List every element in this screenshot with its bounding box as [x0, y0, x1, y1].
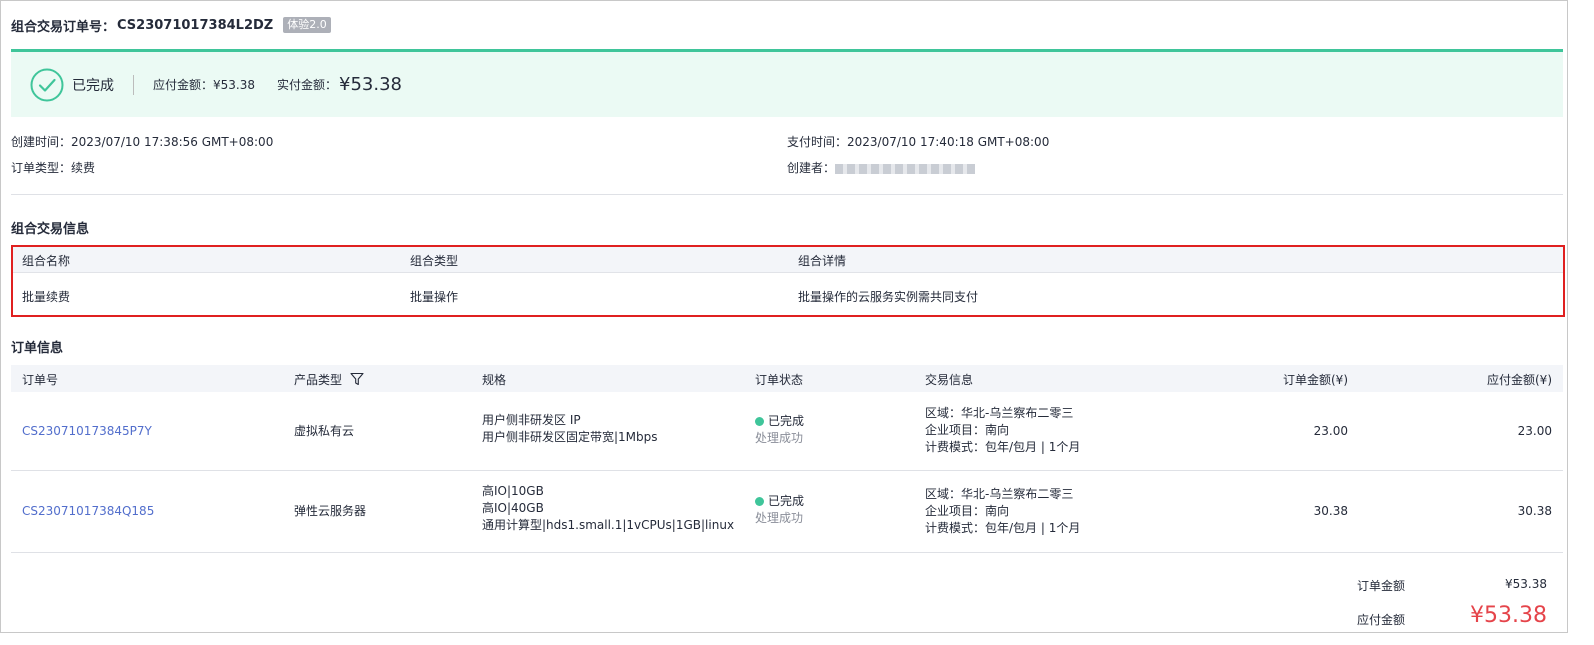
filter-icon[interactable] [350, 372, 364, 386]
order-table-header: 订单号 产品类型 规格 订单状态 交易信息 订单金额(¥) 应付金额(¥) [11, 365, 1563, 392]
trade-info: 区域：华北-乌兰察布二零三 企业项目：南向 计费模式：包年/包月 | 1个月 [925, 486, 1080, 537]
combo-info-table: 组合名称 组合类型 组合详情 批量续费 批量操作 批量操作的云服务实例需共同支付 [11, 245, 1565, 317]
combo-detail-value: 批量操作的云服务实例需共同支付 [798, 290, 979, 304]
order-section-title: 订单信息 [11, 341, 64, 356]
row-divider [11, 470, 1563, 471]
payable-amount: 23.00 [1517, 424, 1552, 438]
summary-order-amount-value: ¥53.38 [1505, 577, 1547, 591]
version-badge: 体验2.0 [283, 17, 331, 33]
combo-type-value: 批量操作 [410, 290, 459, 304]
spec-line: 用户侧非研发区固定带宽|1Mbps [482, 430, 658, 444]
col-product-type: 产品类型 [294, 373, 343, 387]
summary-payable-value: ¥53.38 [1470, 603, 1547, 628]
col-spec: 规格 [482, 373, 507, 387]
section-divider [11, 194, 1563, 195]
spec-line: 高IO|10GB [482, 484, 544, 498]
status-text: 已完成 [768, 414, 805, 428]
paid-time-label: 支付时间： [787, 135, 848, 149]
product-type: 弹性云服务器 [294, 504, 367, 518]
order-amount: 23.00 [1313, 424, 1348, 438]
summary-order-amount-label: 订单金额 [1357, 579, 1406, 593]
combo-col-detail: 组合详情 [798, 254, 847, 268]
summary-payable-label: 应付金额 [1357, 613, 1406, 627]
col-trade-info: 交易信息 [925, 373, 974, 387]
trade-project: 企业项目：南向 [925, 423, 1010, 437]
created-time: 创建时间：2023/07/10 17:38:56 GMT+08:00 [11, 133, 273, 150]
paid-time: 支付时间：2023/07/10 17:40:18 GMT+08:00 [787, 133, 1049, 150]
trade-region: 区域：华北-乌兰察布二零三 [925, 406, 1074, 420]
combo-col-type: 组合类型 [410, 254, 459, 268]
trade-region: 区域：华北-乌兰察布二零三 [925, 487, 1074, 501]
combo-col-name: 组合名称 [22, 254, 71, 268]
trade-billing: 计费模式：包年/包月 | 1个月 [925, 521, 1081, 535]
product-type: 虚拟私有云 [294, 424, 355, 438]
creator-label: 创建者： [787, 161, 836, 175]
spec-list: 高IO|10GB 高IO|40GB 通用计算型|hds1.small.1|1vC… [482, 483, 734, 534]
created-time-label: 创建时间： [11, 135, 72, 149]
order-id-link[interactable]: CS230710173845P7Y [22, 423, 152, 440]
spec-line: 高IO|40GB [482, 501, 544, 515]
col-order-status: 订单状态 [755, 373, 804, 387]
paid-time-value: 2023/07/10 17:40:18 GMT+08:00 [847, 135, 1050, 149]
combo-section-title: 组合交易信息 [11, 222, 90, 237]
status-dot-icon [755, 417, 764, 426]
col-payable-amount: 应付金额(¥) [1487, 373, 1552, 387]
order-type-value: 续费 [71, 161, 96, 175]
spec-line: 通用计算型|hds1.small.1|1vCPUs|1GB|linux [482, 518, 735, 532]
trade-info: 区域：华北-乌兰察布二零三 企业项目：南向 计费模式：包年/包月 | 1个月 [925, 405, 1080, 456]
order-status: 已完成 处理成功 [755, 493, 804, 527]
status-banner: 已完成 应付金额： ¥53.38 实付金额： ¥53.38 [11, 49, 1563, 117]
order-type-label: 订单类型： [11, 161, 72, 175]
order-id-link[interactable]: CS23071017384Q185 [22, 503, 154, 520]
status-subtext: 处理成功 [755, 431, 804, 445]
order-status-label: 已完成 [72, 77, 114, 94]
payable-amount: 30.38 [1517, 504, 1552, 518]
order-status: 已完成 处理成功 [755, 413, 804, 447]
page-title-row: 组合交易订单号： CS23071017384L2DZ 体验2.0 [11, 15, 331, 35]
row-divider [11, 552, 1563, 553]
payable-amount-value: ¥53.38 [213, 77, 256, 92]
status-text: 已完成 [768, 494, 805, 508]
status-dot-icon [755, 497, 764, 506]
spec-list: 用户侧非研发区 IP 用户侧非研发区固定带宽|1Mbps [482, 412, 658, 446]
order-type: 订单类型：续费 [11, 159, 95, 176]
actual-amount-value: ¥53.38 [339, 74, 403, 95]
combo-table-header: 组合名称 组合类型 组合详情 [13, 247, 1563, 273]
payable-amount-label: 应付金额： [153, 78, 214, 92]
trade-billing: 计费模式：包年/包月 | 1个月 [925, 440, 1081, 454]
status-subtext: 处理成功 [755, 511, 804, 525]
combo-order-id: CS23071017384L2DZ [117, 17, 274, 33]
created-time-value: 2023/07/10 17:38:56 GMT+08:00 [71, 135, 274, 149]
spec-line: 用户侧非研发区 IP [482, 413, 581, 427]
page-title-label: 组合交易订单号： [11, 19, 116, 35]
check-circle-icon [30, 68, 64, 101]
combo-name-value: 批量续费 [22, 290, 71, 304]
order-amount: 30.38 [1313, 504, 1348, 518]
col-order-id: 订单号 [22, 373, 59, 387]
col-order-amount: 订单金额(¥) [1283, 373, 1348, 387]
creator-masked-value [835, 163, 976, 174]
actual-amount-label: 实付金额： [277, 78, 338, 92]
trade-project: 企业项目：南向 [925, 504, 1010, 518]
status-divider [133, 74, 134, 95]
creator: 创建者： [787, 159, 976, 176]
order-detail-page: 组合交易订单号： CS23071017384L2DZ 体验2.0 已完成 应付金… [0, 0, 1568, 633]
